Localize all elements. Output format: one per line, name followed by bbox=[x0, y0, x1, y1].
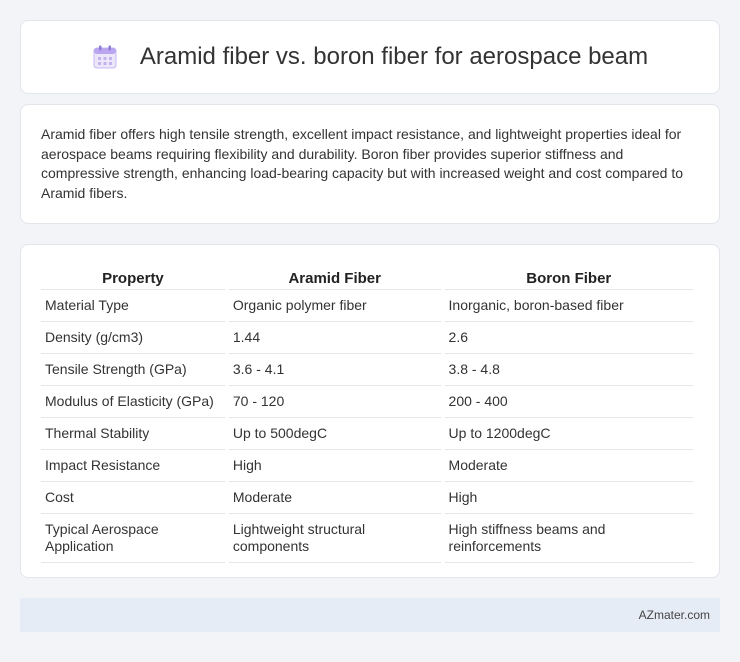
comparison-card: Property Aramid Fiber Boron Fiber Materi… bbox=[20, 244, 720, 578]
property-cell: Density (g/cm3) bbox=[41, 322, 225, 354]
intro-paragraph: Aramid fiber offers high tensile strengt… bbox=[41, 126, 684, 201]
property-cell: Tensile Strength (GPa) bbox=[41, 354, 225, 386]
footer-bar: AZmater.com bbox=[20, 598, 720, 632]
boron-cell: Moderate bbox=[444, 450, 693, 482]
boron-cell: 2.6 bbox=[444, 322, 693, 354]
aramid-cell: High bbox=[228, 450, 441, 482]
aramid-cell: 70 - 120 bbox=[228, 386, 441, 418]
title-wrap: Aramid fiber vs. boron fiber for aerospa… bbox=[92, 43, 648, 71]
aramid-cell: 3.6 - 4.1 bbox=[228, 354, 441, 386]
aramid-cell: 1.44 bbox=[228, 322, 441, 354]
title-card: Aramid fiber vs. boron fiber for aerospa… bbox=[20, 20, 720, 94]
table-row: Density (g/cm3) 1.44 2.6 bbox=[41, 322, 693, 354]
table-row: Cost Moderate High bbox=[41, 482, 693, 514]
property-cell: Material Type bbox=[41, 290, 225, 322]
boron-cell: 200 - 400 bbox=[444, 386, 693, 418]
page-title: Aramid fiber vs. boron fiber for aerospa… bbox=[139, 43, 649, 70]
boron-cell: Inorganic, boron-based fiber bbox=[444, 290, 693, 322]
table-row: Typical Aerospace Application Lightweigh… bbox=[41, 514, 693, 563]
boron-cell: 3.8 - 4.8 bbox=[444, 354, 693, 386]
header-property: Property bbox=[41, 263, 225, 290]
boron-cell: Up to 1200degC bbox=[444, 418, 693, 450]
table-row: Material Type Organic polymer fiber Inor… bbox=[41, 290, 693, 322]
property-cell: Cost bbox=[41, 482, 225, 514]
comparison-table: Property Aramid Fiber Boron Fiber Materi… bbox=[37, 263, 697, 563]
aramid-cell: Organic polymer fiber bbox=[228, 290, 441, 322]
header-aramid: Aramid Fiber bbox=[228, 263, 441, 290]
table-row: Modulus of Elasticity (GPa) 70 - 120 200… bbox=[41, 386, 693, 418]
boron-cell: High bbox=[444, 482, 693, 514]
header-boron: Boron Fiber bbox=[444, 263, 693, 290]
source-credit: AZmater.com bbox=[638, 608, 710, 622]
property-cell: Impact Resistance bbox=[41, 450, 225, 482]
aramid-cell: Up to 500degC bbox=[228, 418, 441, 450]
aramid-cell: Moderate bbox=[228, 482, 441, 514]
calendar-icon bbox=[93, 45, 117, 69]
table-row: Thermal Stability Up to 500degC Up to 12… bbox=[41, 418, 693, 450]
table-header-row: Property Aramid Fiber Boron Fiber bbox=[41, 263, 693, 290]
property-cell: Typical Aerospace Application bbox=[41, 514, 225, 563]
intro-card: Aramid fiber offers high tensile strengt… bbox=[20, 104, 720, 224]
aramid-cell: Lightweight structural components bbox=[228, 514, 441, 563]
property-cell: Modulus of Elasticity (GPa) bbox=[41, 386, 225, 418]
table-row: Tensile Strength (GPa) 3.6 - 4.1 3.8 - 4… bbox=[41, 354, 693, 386]
property-cell: Thermal Stability bbox=[41, 418, 225, 450]
boron-cell: High stiffness beams and reinforcements bbox=[444, 514, 693, 563]
table-row: Impact Resistance High Moderate bbox=[41, 450, 693, 482]
